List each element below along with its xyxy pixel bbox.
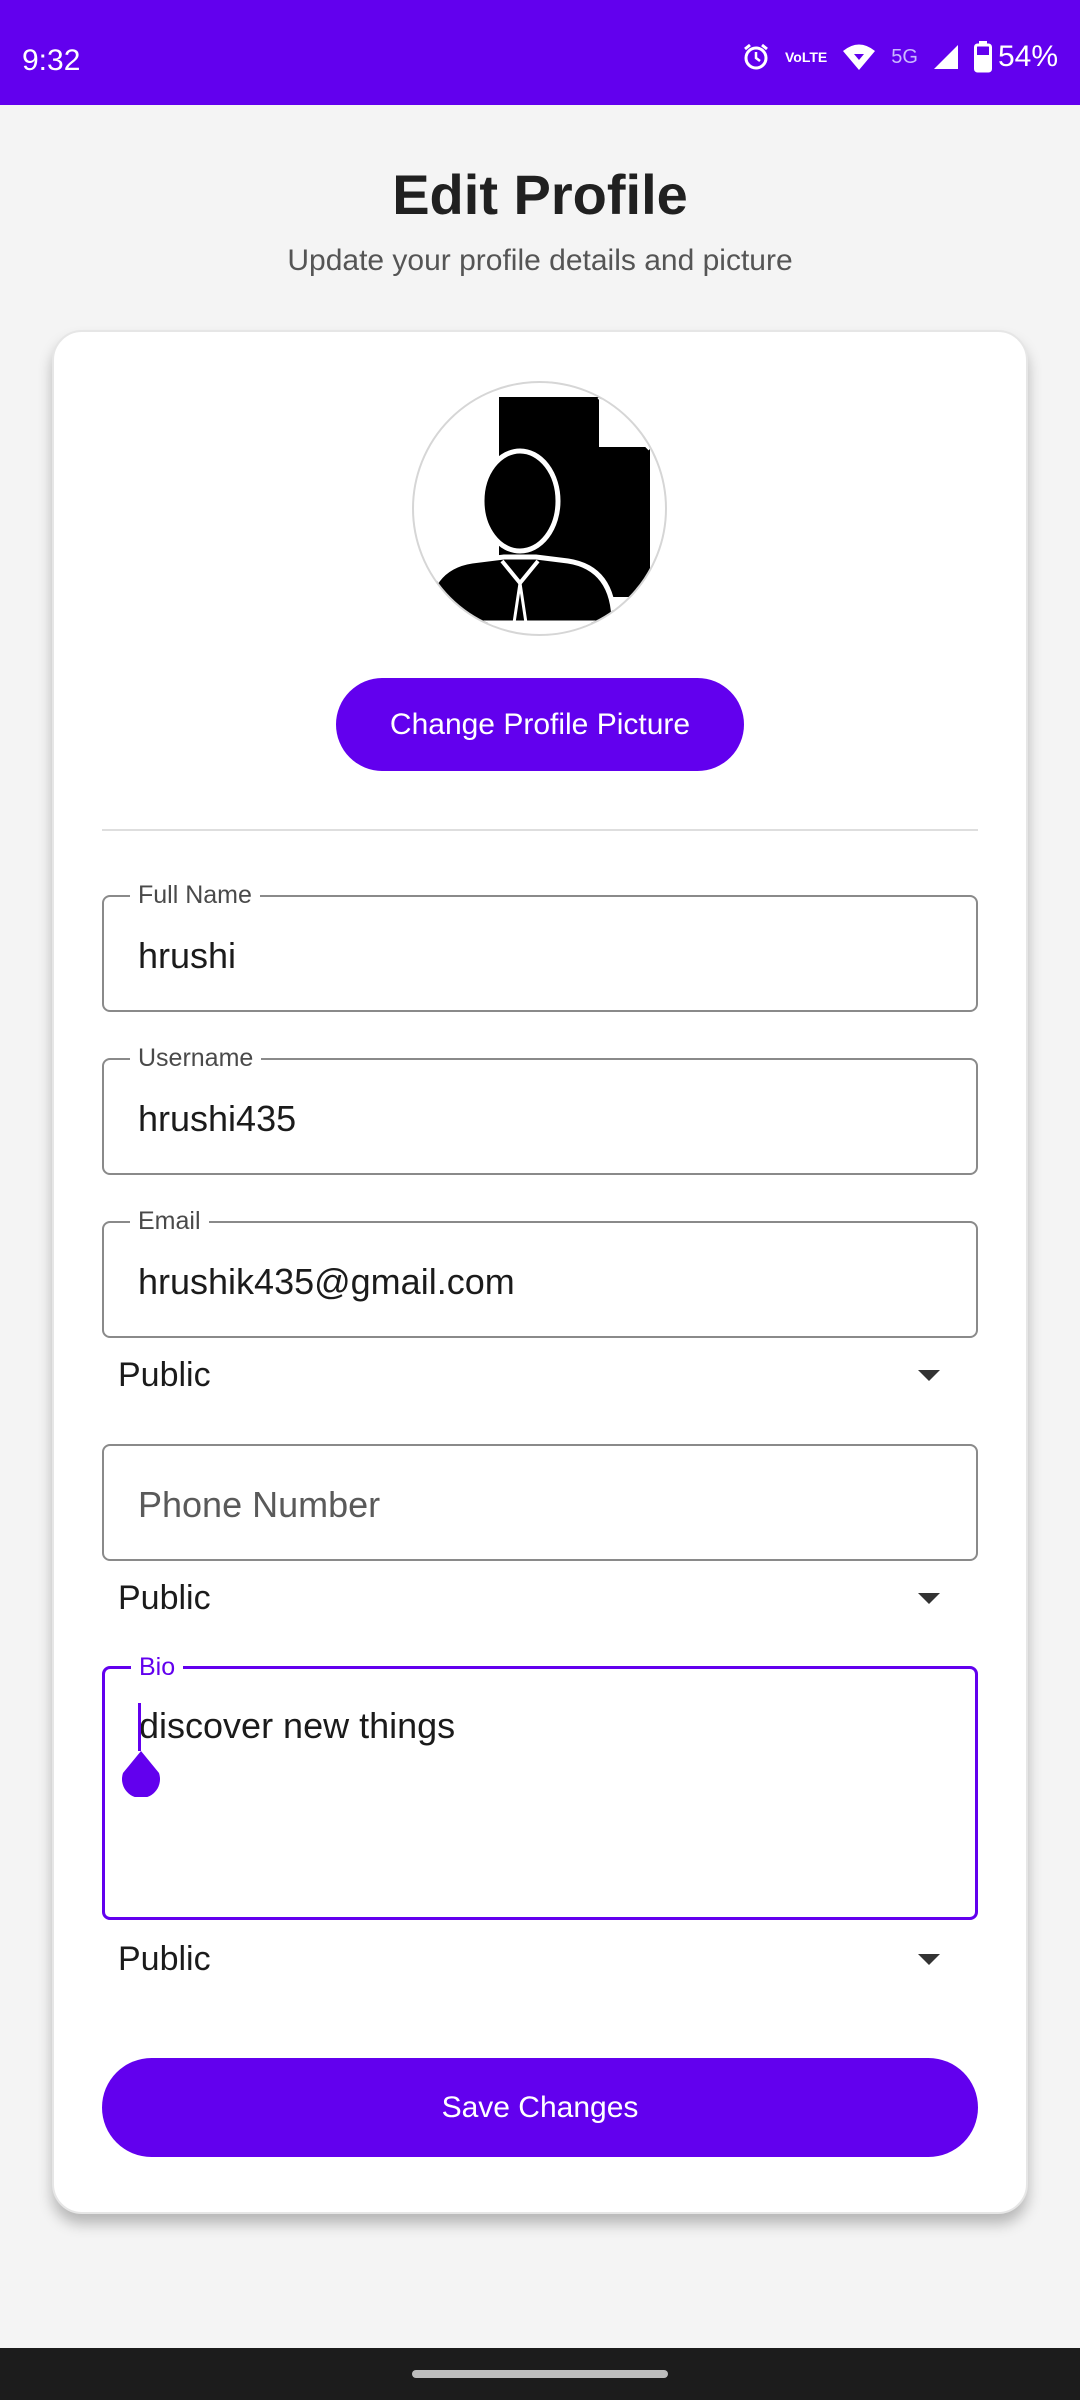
- navigation-bar: [0, 2348, 1080, 2400]
- person-document-icon: [423, 395, 652, 626]
- wifi-icon: [841, 42, 877, 72]
- phone-placeholder: Phone Number: [138, 1484, 381, 1525]
- full-name-value: hrushi: [138, 935, 237, 976]
- email-visibility-value: Public: [118, 1356, 211, 1394]
- cursor-handle-icon[interactable]: [119, 1749, 163, 1797]
- status-bar: 9:32 Vo LTE 5G 54%: [0, 0, 1080, 105]
- battery-icon: [973, 41, 992, 73]
- full-name-field[interactable]: Full Name hrushi: [102, 880, 978, 1012]
- phone-field[interactable]: Phone Number: [102, 1444, 978, 1561]
- divider: [102, 829, 978, 831]
- bio-visibility-select[interactable]: Public: [102, 1926, 978, 1990]
- page-subtitle: Update your profile details and picture: [287, 244, 793, 277]
- volte-bottom-text: LTE: [801, 49, 828, 65]
- change-profile-picture-button[interactable]: Change Profile Picture: [336, 678, 744, 771]
- alarm-icon: [741, 42, 771, 72]
- battery-percent: 54%: [997, 40, 1058, 73]
- status-icons: Vo LTE 5G 54%: [741, 40, 1058, 74]
- phone-visibility-select[interactable]: Public: [102, 1565, 978, 1629]
- email-visibility-select[interactable]: Public: [102, 1342, 978, 1406]
- email-value: hrushik435@gmail.com: [138, 1261, 515, 1302]
- dropdown-arrow-icon: [918, 1370, 940, 1381]
- username-field[interactable]: Username hrushi435: [102, 1043, 978, 1175]
- bio-field[interactable]: Bio discover new things: [102, 1652, 978, 1920]
- username-value: hrushi435: [138, 1098, 297, 1139]
- page-title: Edit Profile: [392, 163, 688, 226]
- home-gesture-handle[interactable]: [412, 2370, 668, 2378]
- status-time: 9:32: [22, 44, 81, 77]
- username-label: Username: [130, 1043, 262, 1073]
- network-type-icon: 5G: [891, 45, 918, 68]
- signal-icon: [932, 43, 960, 71]
- volte-icon: Vo LTE: [785, 50, 827, 64]
- email-label: Email: [130, 1206, 209, 1236]
- dropdown-arrow-icon: [918, 1954, 940, 1965]
- save-changes-button[interactable]: Save Changes: [102, 2058, 978, 2157]
- bio-label: Bio: [131, 1652, 184, 1682]
- bio-visibility-value: Public: [118, 1940, 211, 1978]
- email-field[interactable]: Email hrushik435@gmail.com: [102, 1206, 978, 1338]
- avatar[interactable]: [412, 381, 667, 636]
- dropdown-arrow-icon: [918, 1593, 940, 1604]
- volte-top-text: Vo: [785, 49, 802, 65]
- full-name-label: Full Name: [130, 880, 260, 910]
- text-cursor: [138, 1703, 141, 1751]
- bio-value: discover new things: [139, 1705, 456, 1746]
- phone-visibility-value: Public: [118, 1579, 211, 1617]
